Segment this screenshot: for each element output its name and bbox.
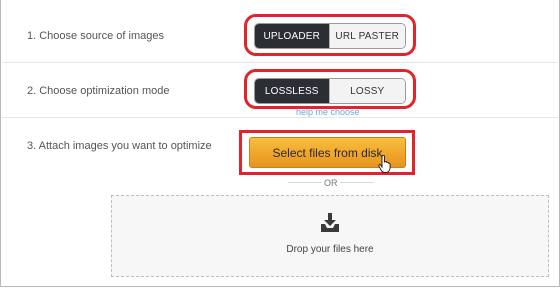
or-text: OR <box>324 178 338 188</box>
dropzone[interactable]: Drop your files here <box>111 195 549 277</box>
step-3-label: 3. Attach images you want to optimize <box>27 140 212 152</box>
lossless-option[interactable]: LOSSLESS <box>255 79 329 103</box>
source-toggle: UPLOADER URL PASTER <box>254 23 406 49</box>
uploader-option[interactable]: UPLOADER <box>255 24 329 48</box>
step-2-label: 2. Choose optimization mode <box>27 85 170 97</box>
hand-cursor-icon <box>378 155 391 173</box>
or-divider-left <box>288 182 322 183</box>
help-me-choose-link[interactable]: help me choose <box>296 107 360 117</box>
divider <box>2 117 558 118</box>
divider <box>2 62 558 63</box>
or-divider-right <box>340 182 374 183</box>
dropzone-text: Drop your files here <box>286 244 374 255</box>
url-paster-option[interactable]: URL PASTER <box>328 24 405 48</box>
lossy-option[interactable]: LOSSY <box>328 79 405 103</box>
download-tray-icon <box>321 213 339 232</box>
mode-toggle: LOSSLESS LOSSY <box>254 78 406 104</box>
step-1-label: 1. Choose source of images <box>27 30 164 42</box>
